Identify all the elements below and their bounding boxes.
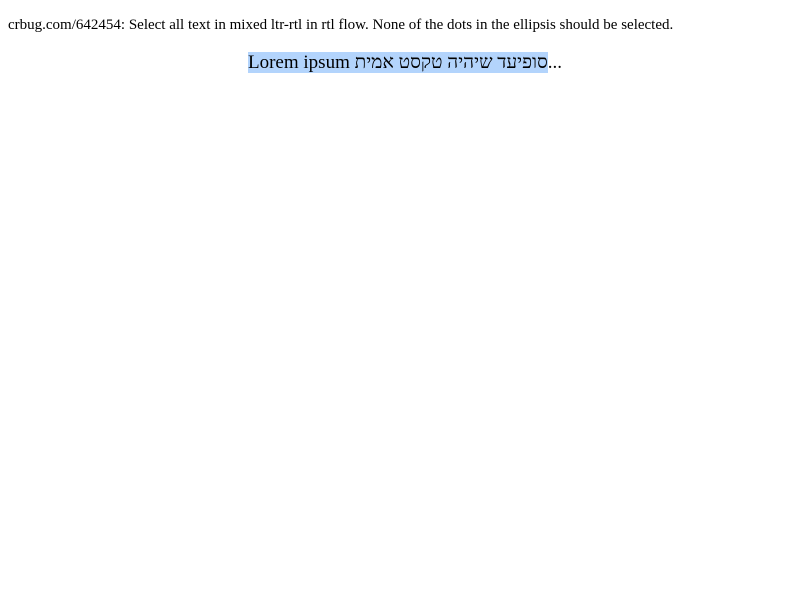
- rtl-text[interactable]: סופיעד שיהיה טקסט אמית: [355, 52, 548, 73]
- ellipsis: ...: [547, 52, 563, 73]
- selected-text-highlight[interactable]: Lorem ipsum סופיעד שיהיה טקסט אמית: [248, 52, 548, 73]
- mixed-bidi-test-line[interactable]: Lorem ipsum סופיעד שיהיה טקסט אמית...: [248, 51, 562, 75]
- bug-description: crbug.com/642454: Select all text in mix…: [8, 17, 674, 33]
- ltr-text[interactable]: Lorem ipsum: [248, 52, 350, 73]
